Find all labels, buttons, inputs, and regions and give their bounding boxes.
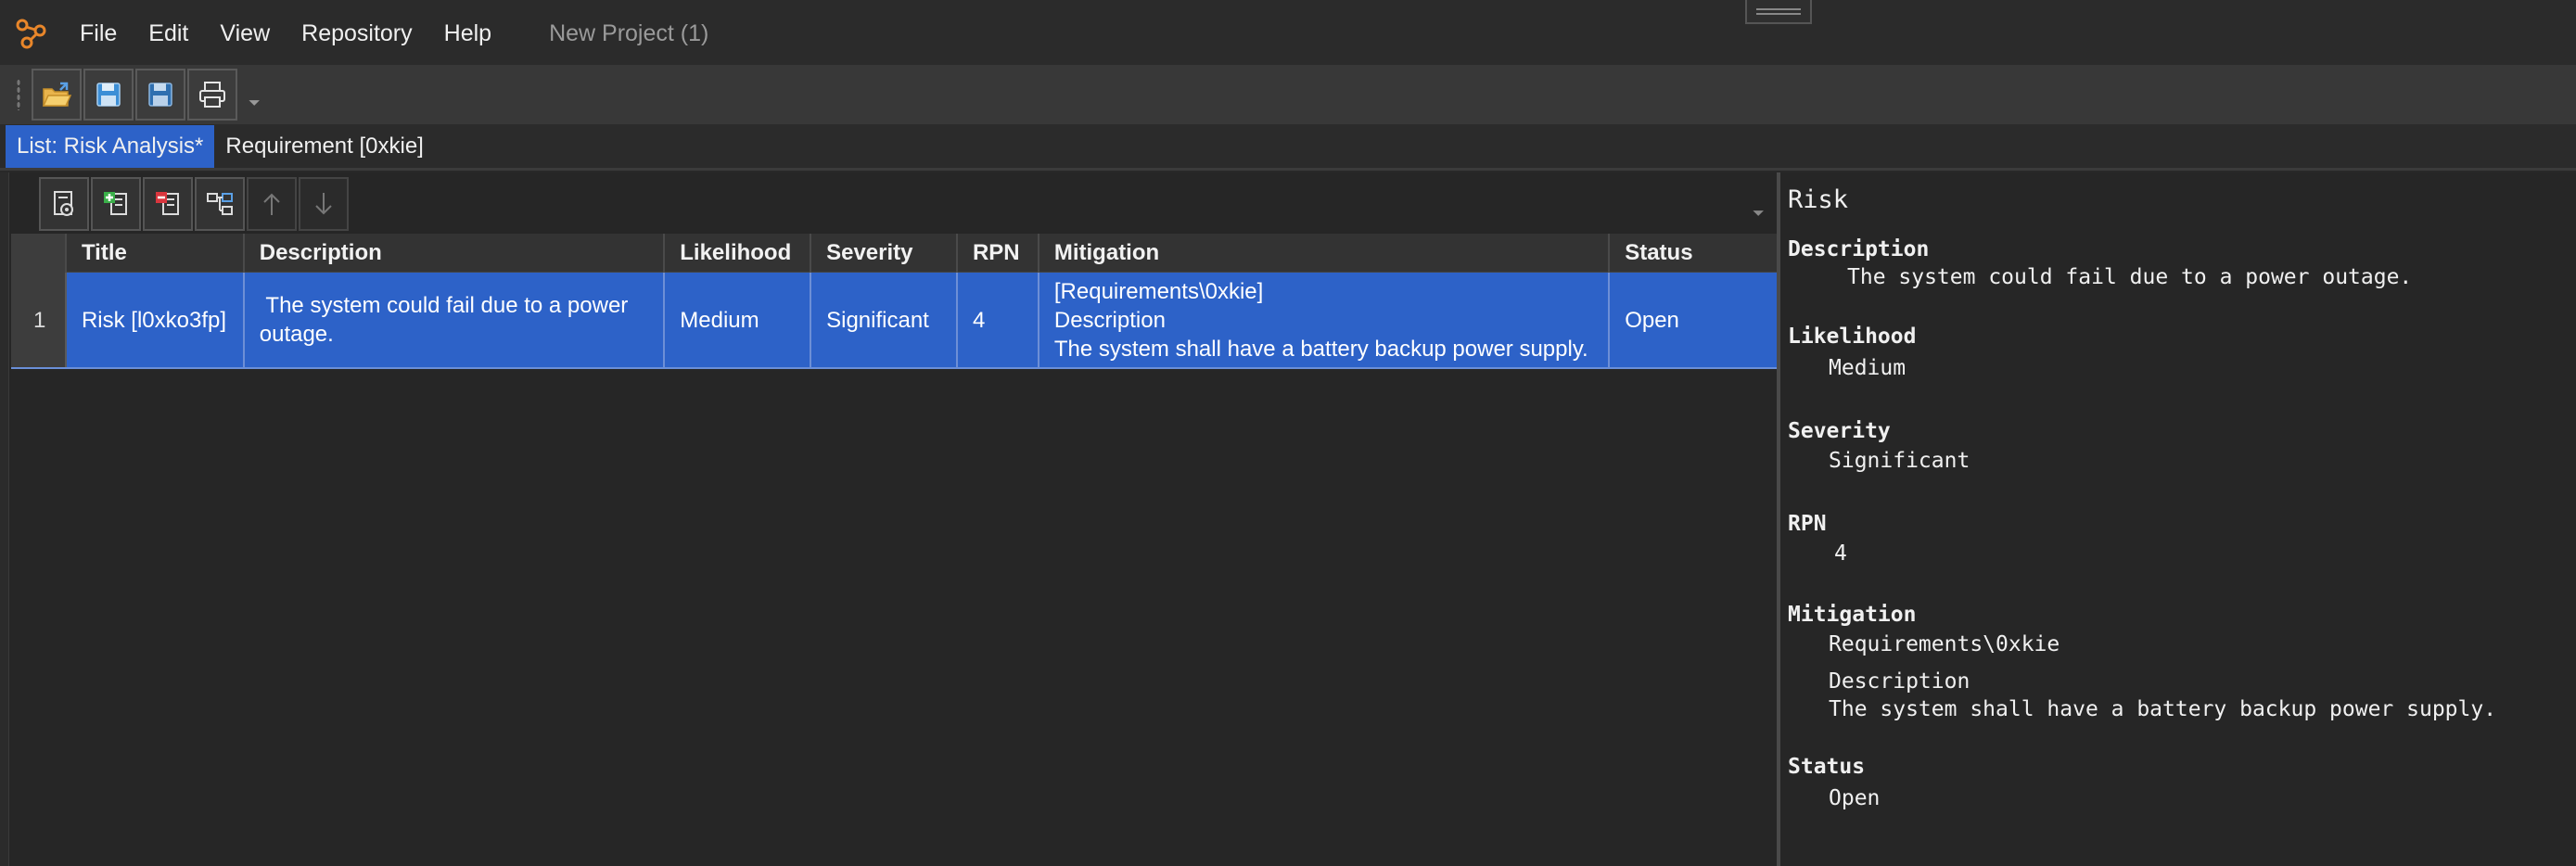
risk-table: Title Description Likelihood Severity RP… <box>11 234 1777 369</box>
cell-likelihood[interactable]: Medium <box>665 273 812 367</box>
detail-mitigation-reference[interactable]: Requirements\0xkie <box>1829 632 2060 656</box>
menu-bar: File Edit View Repository Help New Proje… <box>0 0 2576 67</box>
detail-status-label: Status <box>1788 755 1866 779</box>
cell-severity[interactable]: Significant <box>811 273 958 367</box>
detail-rpn-value: 4 <box>1834 541 1847 566</box>
left-dock-edge <box>0 172 9 866</box>
save-icon[interactable] <box>83 69 134 121</box>
properties-icon[interactable] <box>39 177 89 231</box>
document-tabs: List: Risk Analysis* Requirement [0xkie] <box>0 124 2576 171</box>
column-header-title[interactable]: Title <box>67 234 245 273</box>
detail-rpn-label: RPN <box>1788 512 1827 536</box>
detail-mitigation-label: Mitigation <box>1788 603 1917 627</box>
detail-heading: Risk <box>1788 185 1849 214</box>
column-header-rpn[interactable]: RPN <box>958 234 1039 273</box>
add-item-icon[interactable] <box>91 177 141 231</box>
mitigation-reference: [Requirements\0xkie] <box>1053 278 1264 304</box>
table-header: Title Description Likelihood Severity RP… <box>11 234 1777 273</box>
column-header-description[interactable]: Description <box>245 234 666 273</box>
move-up-icon[interactable] <box>247 177 297 231</box>
cell-rpn[interactable]: 4 <box>958 273 1039 367</box>
detail-severity-value: Significant <box>1829 449 1970 473</box>
detail-status-value: Open <box>1829 786 1881 810</box>
remove-item-icon[interactable] <box>143 177 193 231</box>
menu-edit[interactable]: Edit <box>148 20 212 47</box>
detail-description-label: Description <box>1788 237 1930 261</box>
cell-title[interactable]: Risk [l0xko3fp] <box>67 273 245 367</box>
detail-pane: Risk Description The system could fail d… <box>1780 172 2576 866</box>
print-icon[interactable] <box>187 69 237 121</box>
detail-severity-label: Severity <box>1788 419 1891 443</box>
toolbar-overflow-icon[interactable]: ⏷ <box>249 96 261 112</box>
table-row[interactable]: 1 Risk [l0xko3fp] The system could fail … <box>11 273 1777 369</box>
tab-risk-analysis[interactable]: List: Risk Analysis* <box>6 125 215 168</box>
mitigation-description-label: Description <box>1053 307 1166 333</box>
menu-repository[interactable]: Repository <box>301 20 437 47</box>
open-folder-icon[interactable] <box>32 69 82 121</box>
cell-mitigation[interactable]: [Requirements\0xkie] Description The sys… <box>1039 273 1611 367</box>
column-header-severity[interactable]: Severity <box>811 234 958 273</box>
menu-view[interactable]: View <box>220 20 294 47</box>
cell-description[interactable]: The system could fail due to a power out… <box>245 273 666 367</box>
project-title: New Project (1) <box>549 19 709 46</box>
row-number-header[interactable] <box>11 234 67 273</box>
tab-requirement[interactable]: Requirement [0xkie] <box>214 125 434 168</box>
hierarchy-icon[interactable] <box>195 177 245 231</box>
column-header-likelihood[interactable]: Likelihood <box>665 234 812 273</box>
list-toolbar-overflow-icon[interactable]: ⏷ <box>1753 206 1765 223</box>
toolbar-grip-icon[interactable] <box>17 79 20 110</box>
detail-mitigation-description-value: The system shall have a battery backup p… <box>1829 697 2497 721</box>
list-toolbar <box>39 176 351 232</box>
move-down-icon[interactable] <box>299 177 349 231</box>
app-logo-icon <box>13 15 50 52</box>
window-drag-handle[interactable] <box>1745 0 1812 24</box>
column-header-status[interactable]: Status <box>1610 234 1777 273</box>
detail-likelihood-label: Likelihood <box>1788 325 1917 349</box>
mitigation-description-text: The system shall have a battery backup p… <box>1053 336 1588 362</box>
row-number[interactable]: 1 <box>11 273 67 367</box>
detail-mitigation-description-label: Description <box>1829 669 1970 694</box>
detail-likelihood-value: Medium <box>1829 356 1906 380</box>
cell-status[interactable]: Open <box>1610 273 1777 367</box>
save-as-icon[interactable] <box>135 69 185 121</box>
menu-file[interactable]: File <box>80 20 141 47</box>
main-toolbar: ⏷ <box>0 65 2576 124</box>
column-header-mitigation[interactable]: Mitigation <box>1039 234 1611 273</box>
detail-description-value: The system could fail due to a power out… <box>1847 265 2413 289</box>
menu-help[interactable]: Help <box>444 20 516 47</box>
